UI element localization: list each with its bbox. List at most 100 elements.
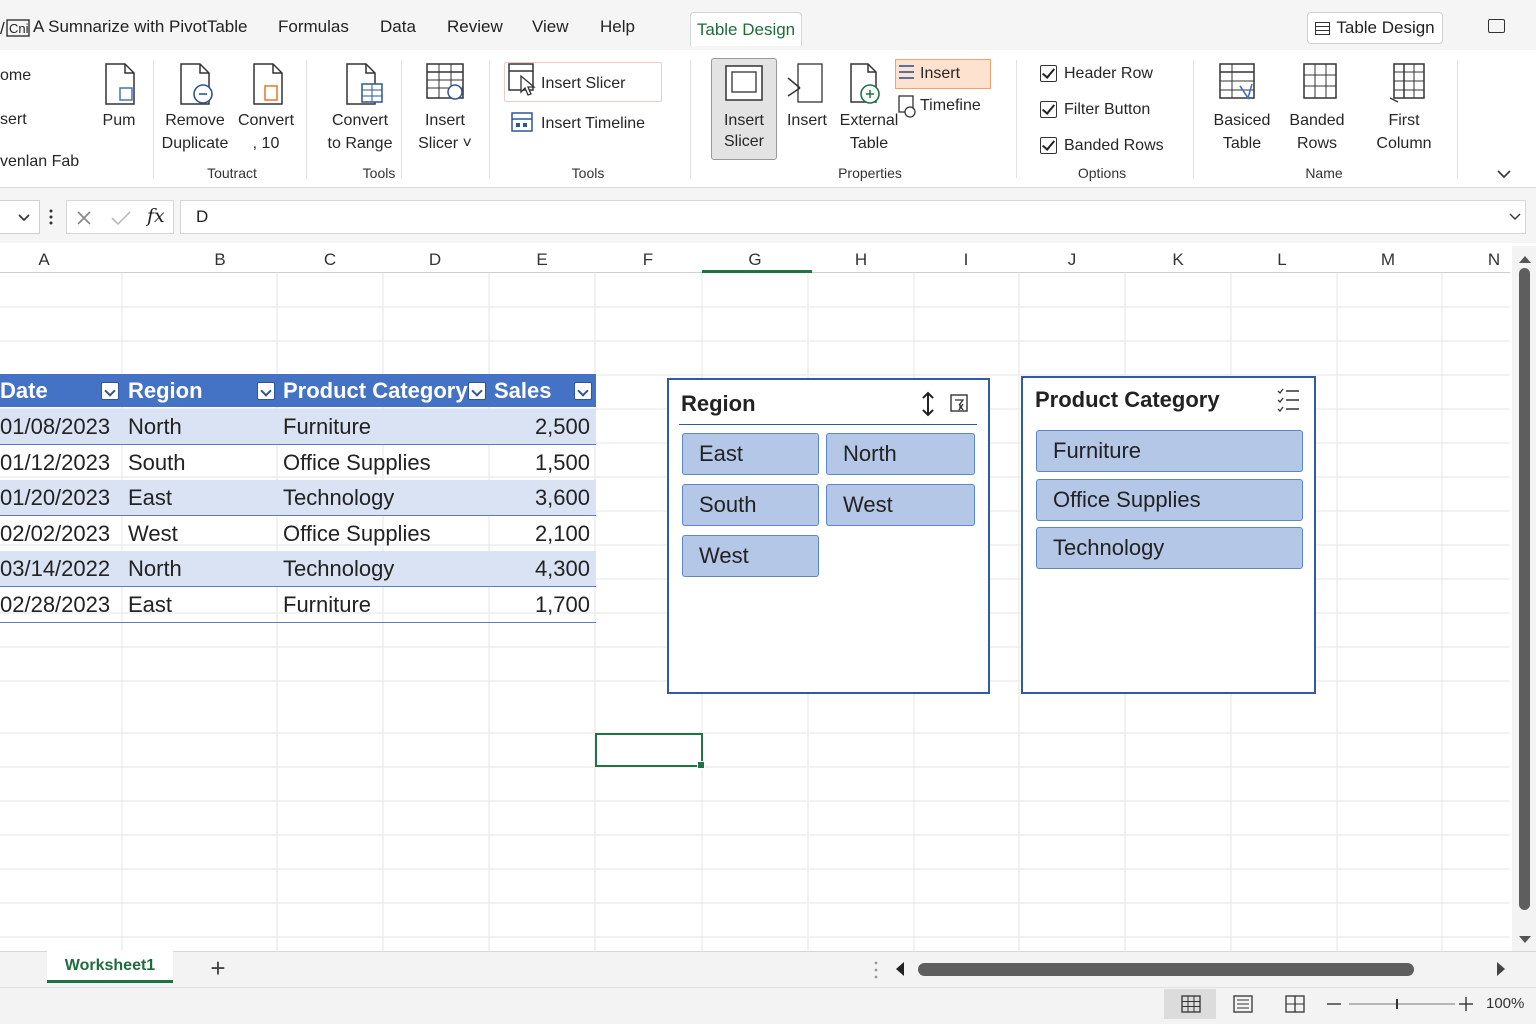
- column-header-e[interactable]: E: [522, 250, 562, 270]
- page-break-view-icon[interactable]: [1285, 995, 1305, 1013]
- header-row-checkbox[interactable]: [1040, 65, 1057, 82]
- column-header-c[interactable]: C: [310, 250, 350, 270]
- window-restore-icon[interactable]: [1488, 19, 1505, 33]
- external-table-line1[interactable]: External: [836, 109, 902, 132]
- column-header-a[interactable]: A: [24, 250, 64, 270]
- formula-expand-chevron-icon[interactable]: [1508, 212, 1522, 222]
- banded-rows-line1[interactable]: Banded: [1284, 109, 1350, 132]
- horizontal-scroll-thumb[interactable]: [918, 963, 1414, 976]
- header-date[interactable]: Date: [0, 374, 48, 407]
- column-header-m[interactable]: M: [1368, 250, 1408, 270]
- tab-table-design[interactable]: Table Design: [690, 12, 802, 46]
- menu-summarize-pivot[interactable]: A Sumnarize with PivotTable: [33, 17, 248, 37]
- filter-dropdown-region-icon[interactable]: [257, 382, 275, 400]
- menu-review[interactable]: Review: [447, 17, 503, 37]
- multi-select-icon[interactable]: [1275, 386, 1301, 414]
- slicer-item-furniture[interactable]: Furniture: [1036, 430, 1303, 472]
- table-design-button[interactable]: Table Design: [1307, 12, 1443, 44]
- cell-region: East: [128, 485, 173, 510]
- add-sheet-icon[interactable]: +: [206, 955, 230, 981]
- resize-vertical-icon[interactable]: [919, 390, 937, 418]
- name-box[interactable]: [0, 200, 40, 234]
- scroll-right-arrow-icon[interactable]: [1495, 961, 1507, 977]
- vertical-scroll-thumb[interactable]: [1519, 268, 1530, 910]
- convert-to-range-line2[interactable]: to Range: [320, 132, 400, 155]
- header-sales[interactable]: Sales: [494, 374, 552, 407]
- insert-timeline-button[interactable]: Insert Timeline: [541, 115, 645, 133]
- insert-slicer-mid-line1[interactable]: Insert: [410, 109, 480, 132]
- clear-filter-icon[interactable]: [949, 392, 971, 414]
- basiced-table-line1[interactable]: Basiced: [1206, 109, 1278, 132]
- insert-button[interactable]: Insert: [782, 109, 832, 132]
- table-row[interactable]: 01/08/2023 North Furniture 2,500: [0, 409, 596, 445]
- insert-slicer-mid-line2[interactable]: Slicer ˅: [410, 132, 480, 155]
- insert-function-fx-icon[interactable]: fx: [147, 205, 165, 227]
- external-table-line2[interactable]: Table: [836, 132, 902, 155]
- remove-duplicate-line2[interactable]: Duplicate: [158, 132, 232, 155]
- ribbon-insert-item[interactable]: sert: [0, 111, 27, 129]
- slicer-item-east[interactable]: East: [682, 433, 819, 475]
- table-row[interactable]: 02/28/2023 East Furniture 1,700: [0, 587, 596, 623]
- column-header-d[interactable]: D: [415, 250, 455, 270]
- ribbon-collapse-chevron-icon[interactable]: [1496, 168, 1512, 180]
- header-region[interactable]: Region: [128, 374, 203, 407]
- timefine-button[interactable]: Timefine: [920, 97, 981, 115]
- product-category-slicer[interactable]: Product Category Furniture Office Suppli…: [1021, 376, 1316, 694]
- slicer-item-north[interactable]: North: [826, 433, 975, 475]
- convert-10-line1[interactable]: Convert: [234, 109, 298, 132]
- slicer-item-office-supplies[interactable]: Office Supplies: [1036, 479, 1303, 521]
- scroll-down-arrow-icon[interactable]: [1518, 935, 1532, 945]
- remove-duplicate-line1[interactable]: Remove: [158, 109, 232, 132]
- column-header-b[interactable]: B: [200, 250, 240, 270]
- convert-10-line2[interactable]: , 10: [234, 132, 298, 155]
- scroll-up-arrow-icon[interactable]: [1518, 254, 1532, 264]
- table-row[interactable]: 02/02/2023 West Office Supplies 2,100: [0, 516, 596, 552]
- slicer-item-west[interactable]: West: [826, 484, 975, 526]
- enter-check-icon[interactable]: [109, 209, 133, 227]
- tab-split-handle-icon[interactable]: [872, 960, 880, 980]
- sheet-tab-worksheet1[interactable]: Worksheet1: [47, 951, 173, 983]
- banded-rows-line2[interactable]: Rows: [1284, 132, 1350, 155]
- table-row[interactable]: 03/14/2022 North Technology 4,300: [0, 551, 596, 587]
- ribbon-venlan-item[interactable]: venlan Fab: [0, 153, 79, 171]
- table-row[interactable]: 01/20/2023 East Technology 3,600: [0, 480, 596, 516]
- filter-button-checkbox[interactable]: [1040, 101, 1057, 118]
- basiced-table-line2[interactable]: Table: [1206, 132, 1278, 155]
- active-cell-selection[interactable]: [595, 733, 705, 769]
- scroll-left-arrow-icon[interactable]: [894, 961, 906, 977]
- pum-button[interactable]: Pum: [98, 109, 140, 132]
- filter-dropdown-date-icon[interactable]: [101, 382, 119, 400]
- page-layout-view-icon[interactable]: [1233, 995, 1253, 1013]
- zoom-level[interactable]: 100%: [1486, 995, 1524, 1012]
- banded-rows-checkbox[interactable]: [1040, 137, 1057, 154]
- vertical-dots-icon[interactable]: [48, 207, 54, 227]
- normal-view-button[interactable]: [1164, 989, 1216, 1019]
- column-header-k[interactable]: K: [1158, 250, 1198, 270]
- menu-help[interactable]: Help: [600, 17, 635, 37]
- column-header-i[interactable]: I: [946, 250, 986, 270]
- menu-formulas[interactable]: Formulas: [278, 17, 349, 37]
- column-header-n[interactable]: N: [1474, 250, 1514, 270]
- slicer-item-south[interactable]: South: [682, 484, 819, 526]
- formula-input[interactable]: D: [180, 200, 1526, 234]
- table-row[interactable]: 01/12/2023 South Office Supplies 1,500: [0, 445, 596, 481]
- header-product-category[interactable]: Product Category: [283, 374, 469, 407]
- column-header-h[interactable]: H: [841, 250, 881, 270]
- column-header-g[interactable]: G: [735, 250, 775, 270]
- menu-view[interactable]: View: [532, 17, 569, 37]
- cancel-x-icon[interactable]: [75, 209, 93, 227]
- region-slicer[interactable]: Region East North South West West: [667, 378, 990, 694]
- slicer-item-technology[interactable]: Technology: [1036, 527, 1303, 569]
- column-header-f[interactable]: F: [628, 250, 668, 270]
- filter-dropdown-category-icon[interactable]: [468, 382, 486, 400]
- first-column-line1[interactable]: First: [1368, 109, 1440, 132]
- first-column-line2[interactable]: Column: [1368, 132, 1440, 155]
- column-header-j[interactable]: J: [1052, 250, 1092, 270]
- convert-to-range-line1[interactable]: Convert: [320, 109, 400, 132]
- filter-dropdown-sales-icon[interactable]: [574, 382, 592, 400]
- menu-data[interactable]: Data: [380, 17, 416, 37]
- column-header-l[interactable]: L: [1262, 250, 1302, 270]
- ribbon-home-item[interactable]: ome: [0, 67, 31, 85]
- zoom-slider[interactable]: [1325, 995, 1475, 1013]
- slicer-item-west-2[interactable]: West: [682, 535, 819, 577]
